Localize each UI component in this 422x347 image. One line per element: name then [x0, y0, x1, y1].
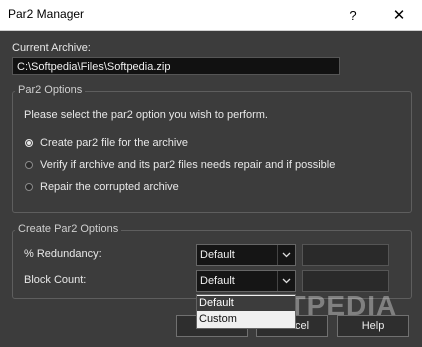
- close-icon: ✕: [392, 7, 406, 24]
- redundancy-value: Default: [200, 249, 235, 261]
- archive-path-field[interactable]: C:\Softpedia\Files\Softpedia.zip: [12, 57, 340, 75]
- radio-create[interactable]: [25, 139, 33, 147]
- current-archive-label: Current Archive:: [12, 42, 91, 54]
- block-count-value: Default: [200, 275, 235, 287]
- block-count-label: Block Count:: [24, 274, 87, 286]
- chevron-down-icon: [277, 271, 295, 291]
- chevron-down-icon: [277, 245, 295, 265]
- close-button[interactable]: ✕: [376, 0, 422, 30]
- option-verify-label: Verify if archive and its par2 files nee…: [40, 159, 336, 171]
- title-bar: Par2 Manager ? ✕: [0, 0, 422, 31]
- block-count-custom-field[interactable]: [302, 270, 389, 292]
- window-title: Par2 Manager: [8, 7, 85, 21]
- option-create-label: Create par2 file for the archive: [40, 137, 188, 149]
- option-repair-label: Repair the corrupted archive: [40, 181, 179, 193]
- redundancy-label: % Redundancy:: [24, 248, 102, 260]
- dropdown-option-default[interactable]: Default: [197, 296, 295, 311]
- help-title-button[interactable]: ?: [330, 0, 376, 30]
- par2-prompt: Please select the par2 option you wish t…: [24, 109, 268, 121]
- par2-options-title: Par2 Options: [15, 84, 86, 96]
- dropdown-option-custom[interactable]: Custom: [197, 312, 295, 327]
- redundancy-custom-field[interactable]: [302, 244, 389, 266]
- create-options-title: Create Par2 Options: [15, 223, 122, 235]
- question-icon: ?: [349, 7, 357, 23]
- redundancy-select[interactable]: Default: [196, 244, 296, 266]
- block-count-dropdown-list: Default Custom: [196, 294, 296, 329]
- block-count-select[interactable]: Default: [196, 270, 296, 292]
- radio-verify[interactable]: [25, 161, 33, 169]
- radio-repair[interactable]: [25, 183, 33, 191]
